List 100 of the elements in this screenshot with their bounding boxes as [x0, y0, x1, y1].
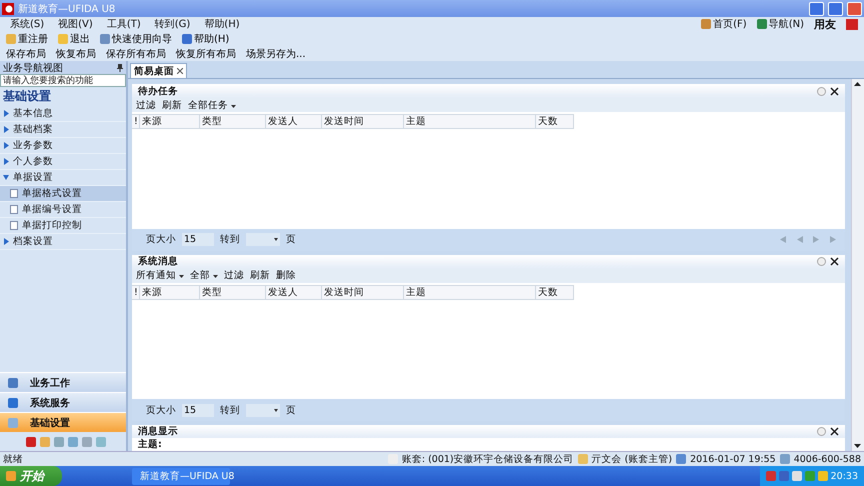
action-button[interactable]: 刷新 [162, 98, 182, 112]
layout-button[interactable]: 保存布局 [4, 46, 48, 60]
action-button[interactable]: 全部任务 [188, 98, 236, 112]
header-link[interactable]: 导航(N) [756, 17, 804, 31]
column-header[interactable]: 天数 [536, 114, 574, 129]
close-icon[interactable] [177, 68, 183, 74]
close-icon[interactable] [830, 86, 839, 96]
nav-title: 业务导航视图 [3, 62, 63, 74]
tab[interactable]: 简易桌面 [130, 63, 187, 78]
column-header[interactable]: 主题 [404, 114, 536, 129]
page-size-field[interactable]: 15 [182, 233, 214, 246]
user-info: 亓文会 (账套主管) [592, 452, 672, 466]
panel-title: 系统消息 [138, 255, 179, 268]
action-button[interactable]: 删除 [276, 269, 296, 282]
column-header[interactable]: 发送人 [266, 114, 322, 129]
expanded-arrow-icon [3, 174, 9, 181]
restore-button[interactable] [828, 2, 843, 16]
action-button[interactable]: 全部 [190, 269, 218, 282]
window-title: 新道教育—UFIDA U8 [18, 2, 116, 16]
nav-item[interactable]: 基本信息 [0, 106, 126, 122]
pager-arrow-icon[interactable] [796, 236, 803, 243]
column-header[interactable]: 来源 [140, 284, 200, 300]
login-datetime: 2016-01-07 19:55 [690, 454, 776, 464]
clock: 20:33 [830, 470, 858, 482]
scrollbar[interactable] [851, 79, 864, 451]
panel-title: 待办任务 [138, 84, 179, 98]
collapsed-arrow-icon [3, 158, 9, 165]
layout-button[interactable]: 场景另存为... [244, 46, 308, 60]
pager-arrow-icon[interactable] [813, 236, 820, 243]
menu-item[interactable]: 转到(G) [154, 17, 190, 31]
collapsed-arrow-icon [3, 110, 9, 117]
nav-button[interactable]: 业务工作 [0, 372, 126, 392]
collapsed-arrow-icon [3, 126, 9, 133]
panel-title: 消息显示 [138, 425, 179, 438]
column-header[interactable]: 发送时间 [322, 114, 404, 129]
layout-button[interactable]: 恢复布局 [54, 46, 98, 60]
layout-button[interactable]: 保存所有布局 [104, 46, 168, 60]
phone-number: 4006-600-588 [794, 454, 861, 464]
column-header[interactable]: 天数 [536, 284, 574, 300]
tray-icon[interactable] [778, 471, 789, 481]
collapse-icon[interactable] [817, 257, 826, 266]
minimize-button[interactable] [809, 2, 824, 16]
brand-name: 用友 [814, 16, 836, 32]
nav-button[interactable]: 系统服务 [0, 392, 126, 412]
column-header[interactable]: 发送时间 [322, 284, 404, 300]
collapse-icon[interactable] [817, 86, 826, 96]
nav-item[interactable]: 个人参数 [0, 154, 126, 170]
close-button[interactable] [847, 2, 862, 16]
nav-item[interactable]: 基础档案 [0, 122, 126, 138]
header-link[interactable]: 首页(F) [701, 17, 747, 31]
column-header[interactable]: 主题 [404, 284, 536, 300]
page-label: 页 [286, 404, 296, 416]
pager-arrow-icon[interactable] [830, 236, 837, 243]
menu-item[interactable]: 视图(V) [58, 17, 93, 31]
toolbar-button[interactable]: 退出 [56, 32, 92, 46]
layout-button[interactable]: 恢复所有布局 [174, 46, 238, 60]
menu-item[interactable]: 工具(T) [106, 17, 141, 31]
column-header[interactable]: 类型 [200, 284, 266, 300]
close-icon[interactable] [830, 257, 839, 266]
collapse-icon[interactable] [817, 427, 826, 436]
collapsed-arrow-icon [3, 238, 9, 245]
menu-item[interactable]: 系统(S) [10, 17, 44, 31]
action-button[interactable]: 过滤 [224, 269, 244, 282]
column-header[interactable]: ! [132, 114, 140, 129]
app-logo-icon [2, 2, 14, 14]
page-size-field[interactable]: 15 [182, 404, 214, 416]
account-info: 账套: (001)安徽环宇仓储设备有限公司 [402, 452, 574, 466]
close-icon[interactable] [830, 427, 839, 436]
goto-label: 转到 [220, 404, 240, 416]
column-header[interactable]: 类型 [200, 114, 266, 129]
page-size-label: 页大小 [146, 233, 176, 246]
brand-logo-icon [846, 18, 858, 30]
subject-label: 主题: [137, 438, 163, 451]
toolbar-button[interactable]: 重注册 [4, 32, 50, 46]
nav-subitem[interactable]: 单据编号设置 [0, 202, 126, 218]
nav-subitem[interactable]: 单据打印控制 [0, 218, 126, 234]
toolbar-button[interactable]: 帮助(H) [180, 32, 232, 46]
menu-item[interactable]: 帮助(H) [204, 17, 240, 31]
pin-icon[interactable] [117, 64, 123, 72]
caret-icon [179, 275, 184, 278]
column-header[interactable]: ! [132, 284, 140, 300]
section-title: 基础设置 [2, 88, 52, 105]
pager-arrow-icon[interactable] [779, 236, 786, 243]
tray-icon[interactable] [766, 471, 776, 481]
collapsed-arrow-icon [3, 142, 9, 149]
status-text: 就绪 [3, 452, 23, 466]
tray-icon[interactable] [792, 471, 802, 481]
nav-subitem[interactable]: 单据格式设置 [0, 186, 126, 202]
action-button[interactable]: 过滤 [136, 98, 156, 112]
action-button[interactable]: 刷新 [250, 269, 270, 282]
nav-button[interactable]: 基础设置 [0, 412, 126, 432]
column-header[interactable]: 发送人 [266, 284, 322, 300]
search-field[interactable]: 请输入您要搜索的功能 [0, 74, 126, 87]
column-header[interactable]: 来源 [140, 114, 200, 129]
tray-icon[interactable] [818, 471, 828, 481]
action-button[interactable]: 所有通知 [136, 269, 184, 282]
nav-item[interactable]: 业务参数 [0, 138, 126, 154]
start-button[interactable]: 开始 [0, 466, 62, 486]
nav-item[interactable]: 档案设置 [0, 234, 126, 250]
toolbar-button[interactable]: 快速使用向导 [98, 32, 174, 46]
